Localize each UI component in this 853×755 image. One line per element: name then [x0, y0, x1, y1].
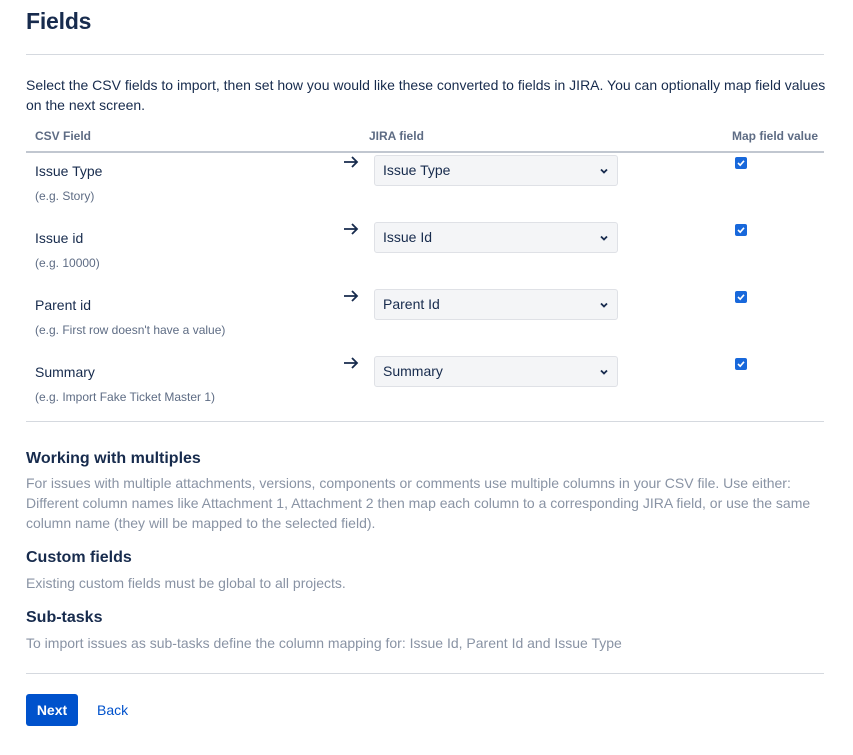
- custom-fields-heading: Custom fields: [26, 549, 132, 566]
- chevron-down-icon: [600, 235, 608, 241]
- map-field-value-checkbox[interactable]: [735, 291, 747, 303]
- chevron-down-icon: [600, 302, 608, 308]
- csv-field-label: Issue id: [35, 230, 84, 246]
- jira-field-select[interactable]: Issue Id: [374, 222, 618, 253]
- check-icon: [737, 361, 745, 368]
- next-button[interactable]: Next: [26, 694, 78, 726]
- table-row: Issue Type (e.g. Story) Issue Type: [26, 155, 824, 230]
- csv-field-example: (e.g. First row doesn't have a value): [35, 323, 226, 337]
- fields-page: Fields Select the CSV fields to import, …: [0, 0, 853, 755]
- arrow-right-icon: [344, 290, 359, 302]
- map-field-value-checkbox[interactable]: [735, 224, 747, 236]
- header-jira-field: JIRA field: [369, 129, 424, 143]
- subtasks-heading: Sub-tasks: [26, 609, 103, 626]
- divider: [26, 54, 824, 55]
- chevron-down-icon: [600, 168, 608, 174]
- csv-field-example: (e.g. Story): [35, 189, 95, 203]
- jira-field-select[interactable]: Parent Id: [374, 289, 618, 320]
- intro-text: Select the CSV fields to import, then se…: [26, 77, 826, 113]
- csv-field-label: Summary: [35, 364, 95, 380]
- check-icon: [737, 160, 745, 167]
- table-header-divider: [26, 151, 824, 153]
- check-icon: [737, 227, 745, 234]
- back-link[interactable]: Back: [97, 702, 128, 718]
- map-field-value-checkbox[interactable]: [735, 157, 747, 169]
- chevron-down-icon: [600, 369, 608, 375]
- table-row: Issue id (e.g. 10000) Issue Id: [26, 222, 824, 297]
- custom-fields-text: Existing custom fields must be global to…: [26, 575, 346, 591]
- page-title: Fields: [26, 8, 92, 34]
- jira-field-select[interactable]: Summary: [374, 356, 618, 387]
- check-icon: [737, 294, 745, 301]
- jira-field-select-value: Parent Id: [383, 296, 440, 312]
- table-row: Parent id (e.g. First row doesn't have a…: [26, 289, 824, 364]
- map-field-value-checkbox[interactable]: [735, 358, 747, 370]
- jira-field-select-value: Issue Type: [383, 162, 451, 178]
- footer-divider: [26, 673, 824, 674]
- multiples-text: For issues with multiple attachments, ve…: [26, 475, 811, 531]
- arrow-right-icon: [344, 357, 359, 369]
- jira-field-select[interactable]: Issue Type: [374, 155, 618, 186]
- arrow-right-icon: [344, 156, 359, 168]
- csv-field-example: (e.g. Import Fake Ticket Master 1): [35, 390, 216, 404]
- jira-field-select-value: Summary: [383, 363, 443, 379]
- jira-field-select-value: Issue Id: [383, 229, 433, 245]
- csv-field-label: Issue Type: [35, 163, 103, 179]
- csv-field-label: Parent id: [35, 297, 92, 313]
- header-csv-field: CSV Field: [35, 129, 92, 143]
- csv-field-example: (e.g. 10000): [35, 256, 100, 270]
- arrow-right-icon: [344, 223, 359, 235]
- header-map-field-value: Map field value: [732, 129, 819, 143]
- multiples-heading: Working with multiples: [26, 450, 201, 467]
- table-bottom-divider: [26, 421, 824, 422]
- subtasks-text: To import issues as sub-tasks define the…: [26, 635, 622, 651]
